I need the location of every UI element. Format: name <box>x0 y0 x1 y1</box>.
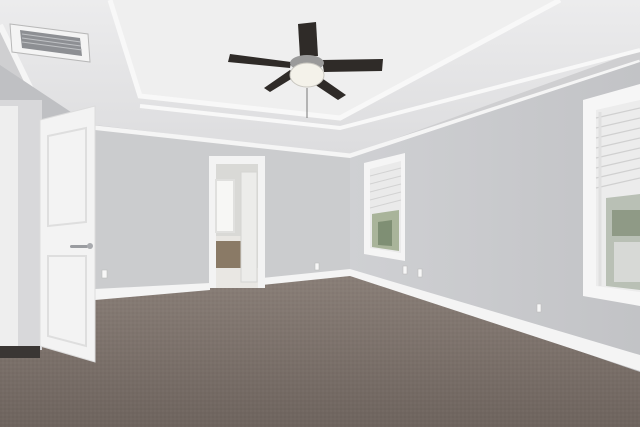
bathroom-door <box>240 171 258 283</box>
bathroom-window <box>215 179 235 233</box>
window-with-blinds-right <box>583 84 640 306</box>
fan-blade <box>322 59 383 72</box>
fan-light <box>289 62 325 88</box>
window-with-blinds <box>364 153 405 261</box>
fan-blade <box>298 22 318 57</box>
open-door <box>0 100 96 363</box>
bathroom-doorway <box>209 156 265 288</box>
room-photo <box>0 0 640 427</box>
